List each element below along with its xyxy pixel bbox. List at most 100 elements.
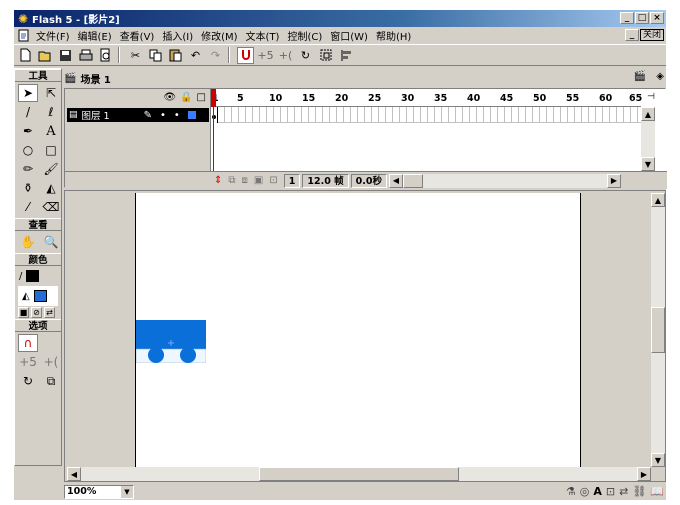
frame-ruler[interactable]: 1 5 10 15 20 25 30 35 40 45 50 55 60 65 [211,89,642,107]
outline-swatch[interactable] [187,111,196,119]
scale-icon[interactable] [317,47,334,64]
rotate-icon[interactable]: ↻ [297,47,314,64]
scroll-thumb[interactable] [402,173,423,188]
straighten-icon[interactable]: +( [277,47,294,64]
scroll-left-icon[interactable]: ◀ [388,173,403,188]
stage-hscroll[interactable]: ◀ ▶ [67,467,651,481]
menu-edit[interactable]: 编辑(E) [74,28,116,43]
lock-dot[interactable]: • [174,110,180,121]
paint-bucket-tool-icon[interactable]: ◭ [41,179,61,197]
document-icon[interactable] [16,29,32,43]
menu-help[interactable]: 帮助(H) [372,28,415,43]
maximize-button[interactable]: □ [635,12,649,24]
rotate-option-icon[interactable]: ↻ [18,372,38,390]
text-tool-icon[interactable]: A [41,122,61,140]
scroll-down-icon[interactable]: ▼ [651,453,665,467]
lasso-tool-icon[interactable]: ℓ [41,103,61,121]
pen-tool-icon[interactable]: ✒ [18,122,38,140]
zoom-select[interactable]: 100% ▼ [64,485,134,499]
menu-modify[interactable]: 修改(M) [197,28,241,43]
hand-tool-icon[interactable]: ✋ [18,233,38,251]
brush-tool-icon[interactable]: 🖌 [41,160,61,178]
arrow-tool-icon[interactable]: ➤ [18,84,38,102]
paste-icon[interactable] [167,47,184,64]
scroll-right-icon[interactable]: ▶ [637,467,651,481]
info-panel-icon[interactable]: ⚗ [566,485,576,498]
scroll-up-icon[interactable]: ▲ [641,107,655,121]
zoom-tool-icon[interactable]: 🔍 [41,233,61,251]
open-icon[interactable] [37,47,54,64]
edit-multiple-icon[interactable]: ▣ [254,175,263,186]
scale-option-icon[interactable]: ⧉ [41,372,61,390]
center-frame-icon[interactable]: ⇕ [214,175,222,186]
menu-insert[interactable]: 插入(I) [158,28,197,43]
instance-panel-icon[interactable]: ⊡ [606,485,615,498]
menu-view[interactable]: 查看(V) [116,28,159,43]
library-icon[interactable]: 📖 [650,485,664,498]
edit-symbol-icon[interactable]: ◈ [656,71,664,82]
pencil-tool-icon[interactable]: ✏ [18,160,38,178]
oval-tool-icon[interactable]: ○ [18,141,38,159]
outline-icon[interactable]: □ [197,92,206,103]
onion-markers-icon[interactable]: ⊡ [269,175,277,186]
doc-minimize-button[interactable]: _ [624,29,639,41]
scroll-left-icon[interactable]: ◀ [67,467,81,481]
fill-panel-icon[interactable]: ◎ [580,485,590,498]
cart-shape[interactable] [136,320,206,363]
scroll-thumb[interactable] [259,467,459,481]
redo-icon[interactable]: ↷ [207,47,224,64]
timeline-vscroll[interactable]: ▲ ▼ [641,107,655,171]
timeline-menu-icon[interactable]: ⊣ [647,92,655,102]
smooth-icon[interactable]: +5 [257,47,274,64]
scroll-down-icon[interactable]: ▼ [641,157,655,171]
show-hide-icon[interactable]: 👁 [163,92,176,103]
menu-control[interactable]: 控制(C) [283,28,326,43]
scroll-thumb[interactable] [651,307,665,353]
align-icon[interactable] [337,47,354,64]
onion-skin-icon[interactable]: ⧉ [228,175,235,186]
fill-color-swatch[interactable] [33,290,47,302]
menu-window[interactable]: 窗口(W) [326,28,372,43]
character-panel-icon[interactable]: A [593,485,602,498]
edit-scene-icon[interactable]: 🎬 [634,71,646,82]
visible-dot[interactable]: • [160,110,166,121]
magnet-icon[interactable] [237,46,254,64]
minimize-button[interactable]: _ [620,12,634,24]
lock-icon[interactable]: 🔒 [180,92,192,103]
default-colors-icon[interactable]: ■ [18,307,29,318]
print-icon[interactable] [77,47,94,64]
dropper-tool-icon[interactable]: ⁄ [18,198,38,216]
undo-icon[interactable]: ↶ [187,47,204,64]
copy-icon[interactable] [147,47,164,64]
eraser-tool-icon[interactable]: ⌫ [41,198,61,216]
stage-canvas[interactable] [135,193,581,467]
new-icon[interactable] [17,47,34,64]
swap-colors-icon[interactable]: ⇄ [44,307,55,318]
line-tool-icon[interactable]: / [18,103,38,121]
smooth-option-icon[interactable]: +5 [18,353,38,371]
timeline-hscroll[interactable]: ◀ ▶ [388,173,621,188]
onion-outline-icon[interactable]: ⧈ [242,175,248,186]
ink-bottle-tool-icon[interactable]: ⚱ [18,179,38,197]
cut-icon[interactable]: ✂ [127,47,144,64]
scroll-right-icon[interactable]: ▶ [606,173,621,188]
doc-close-button[interactable]: 关闭 [639,29,664,41]
menu-text[interactable]: 文本(T) [242,28,284,43]
layer-frames[interactable] [211,107,641,123]
stage-vscroll[interactable]: ▲ ▼ [651,193,665,467]
chevron-down-icon[interactable]: ▼ [121,486,133,498]
rectangle-tool-icon[interactable]: □ [41,141,61,159]
no-color-icon[interactable]: ⊘ [31,307,42,318]
work-area[interactable] [67,193,651,467]
save-icon[interactable] [57,47,74,64]
snap-magnet-icon[interactable]: ∩ [18,334,38,352]
menu-file[interactable]: 文件(F) [32,28,74,43]
movie-explorer-icon[interactable]: ⛓ [632,485,646,498]
straighten-option-icon[interactable]: +( [41,353,61,371]
layer-row[interactable]: ▤ 图层 1 ✎ • • [67,108,209,122]
subselect-tool-icon[interactable]: ⇱ [41,84,61,102]
playhead[interactable] [211,89,216,107]
stroke-color-swatch[interactable] [26,270,40,282]
print-preview-icon[interactable] [97,47,114,64]
scroll-up-icon[interactable]: ▲ [651,193,665,207]
